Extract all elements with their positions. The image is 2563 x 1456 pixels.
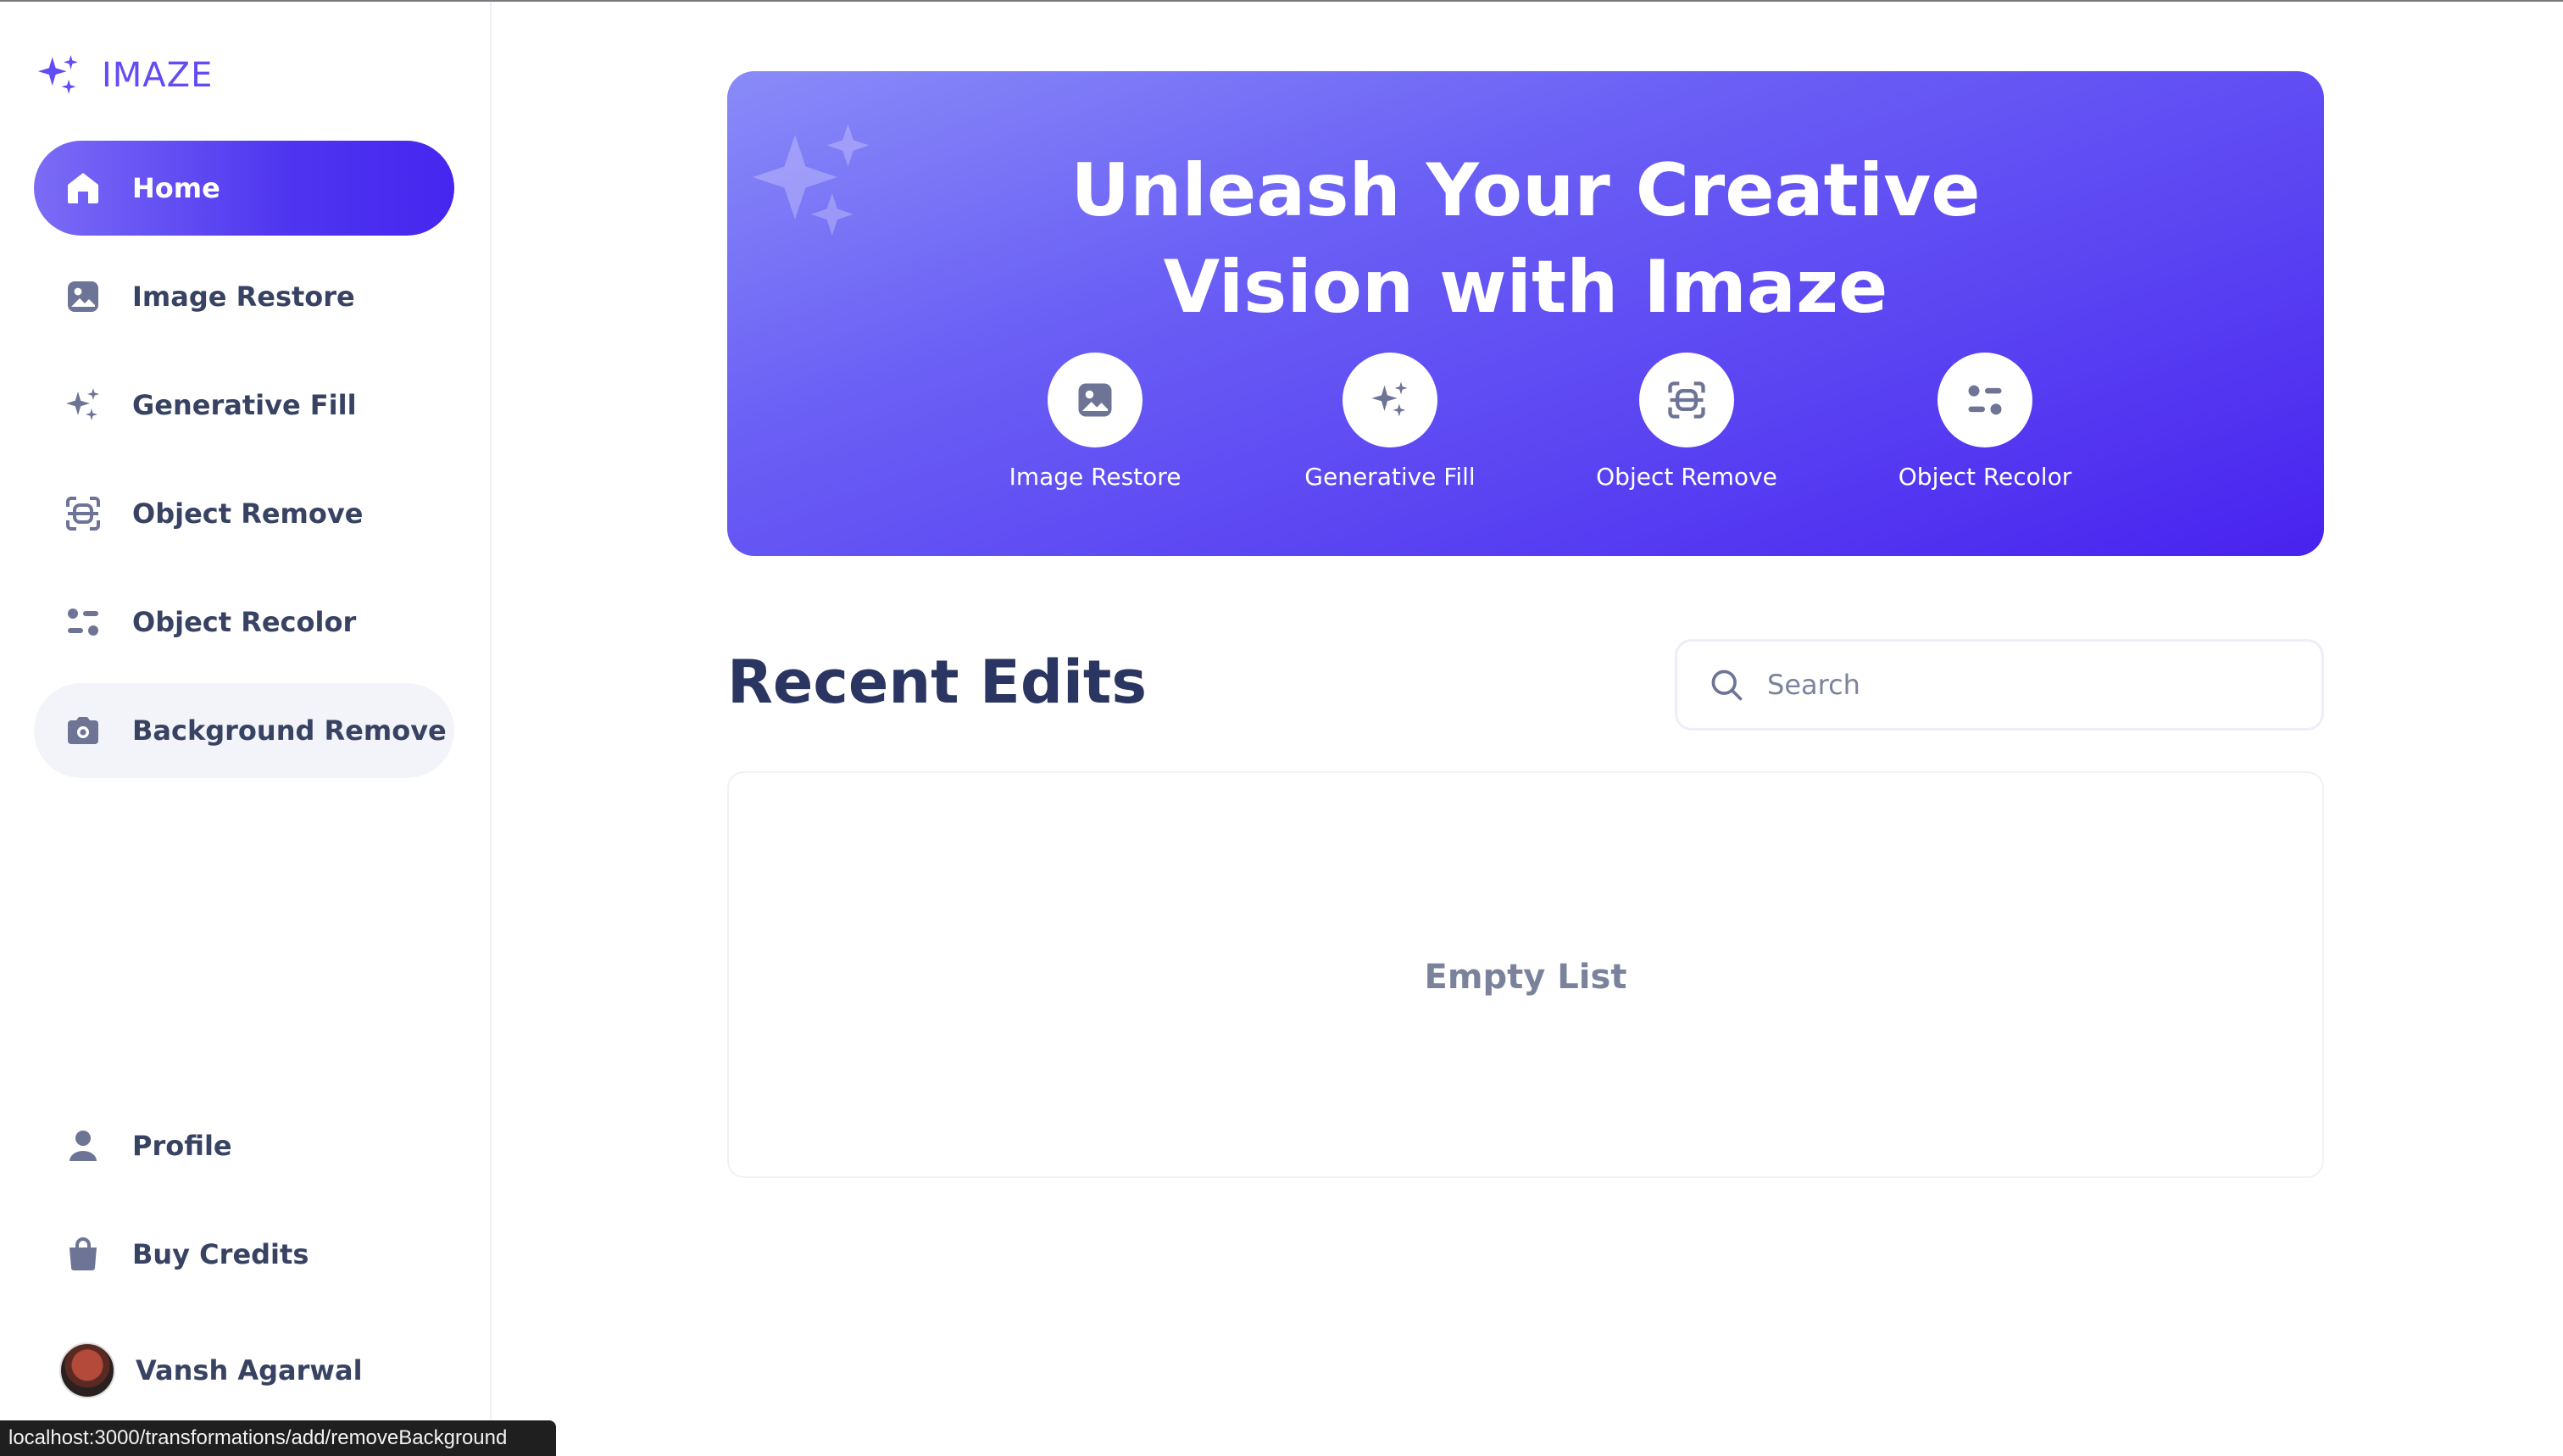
filter-icon [68,609,98,636]
shortcut-circle[interactable] [1343,353,1437,447]
search-input[interactable] [1767,669,2276,701]
search-box[interactable] [1675,639,2324,731]
hero-title: Unleash Your Creative Vision with Imaze [727,142,2324,336]
shortcut-object-remove[interactable]: Object Remove [1593,353,1780,491]
scan-icon [66,497,100,531]
hero-banner: Unleash Your Creative Vision with Imaze … [727,71,2324,556]
sidebar-item-label: Generative Fill [132,389,357,421]
sidebar-item-label: Home [132,172,220,204]
sidebar-item-label: Buy Credits [132,1238,309,1270]
shortcut-label: Generative Fill [1304,463,1476,491]
sidebar-item-label: Object Recolor [132,606,357,638]
sidebar-item-label: Profile [132,1130,232,1162]
sidebar-item-label: Image Restore [132,281,355,313]
sidebar: IMAZE Home Image Restore Generative Fill… [0,2,492,1456]
stars-icon [66,388,99,420]
sidebar-item-generative-fill[interactable]: Generative Fill [34,358,454,453]
shortcut-circle[interactable] [1938,353,2032,447]
hero-title-line1: Unleash Your Creative [1070,148,1981,233]
shortcut-label: Object Recolor [1898,463,2072,491]
status-bar-url: localhost:3000/transformations/add/remov… [0,1420,556,1456]
app-logo[interactable]: IMAZE [34,51,213,100]
home-icon [68,173,98,203]
image-icon [1078,383,1112,417]
shortcut-label: Object Remove [1596,463,1777,491]
user-account[interactable]: Vansh Agarwal [59,1342,363,1398]
logo-text: IMAZE [102,56,214,95]
sidebar-item-label: Object Remove [132,497,364,530]
recent-edits-list: Empty List [727,771,2324,1178]
profile-icon [69,1131,97,1161]
sidebar-item-home[interactable]: Home [34,141,454,236]
scan-icon [1668,381,1705,419]
empty-list-message: Empty List [1424,958,1627,997]
filter-icon [1968,385,2002,415]
search-icon [1711,670,1743,701]
sidebar-item-image-restore[interactable]: Image Restore [34,249,454,344]
bag-icon [69,1237,97,1270]
sidebar-item-background-remove[interactable]: Background Remove [34,683,454,778]
avatar[interactable] [59,1342,115,1398]
sidebar-item-object-remove[interactable]: Object Remove [34,466,454,561]
sidebar-item-profile[interactable]: Profile [34,1098,454,1193]
shortcut-circle[interactable] [1048,353,1143,447]
image-icon [68,281,98,312]
shortcut-circle[interactable] [1639,353,1734,447]
sparkles-logo-icon [37,54,78,94]
sidebar-item-object-recolor[interactable]: Object Recolor [34,575,454,670]
shortcut-generative-fill[interactable]: Generative Fill [1297,353,1483,491]
stars-icon [1371,381,1408,417]
shortcut-object-recolor[interactable]: Object Recolor [1892,353,2078,491]
shortcut-image-restore[interactable]: Image Restore [1002,353,1188,491]
recent-edits-title: Recent Edits [727,647,1148,717]
user-name: Vansh Agarwal [136,1354,363,1387]
hero-title-line2: Vision with Imaze [1163,245,1888,330]
sidebar-item-buy-credits[interactable]: Buy Credits [34,1207,454,1302]
sidebar-item-label: Background Remove [132,714,447,747]
shortcut-label: Image Restore [1009,463,1181,491]
camera-icon [68,717,98,744]
